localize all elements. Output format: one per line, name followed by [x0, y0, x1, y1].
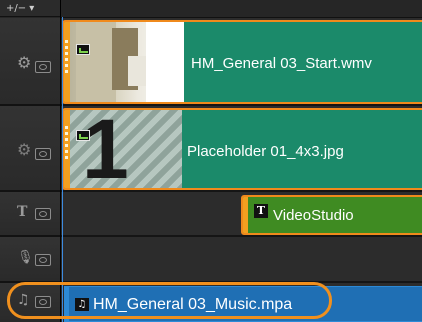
title-clip-trim-handle[interactable]: [243, 197, 248, 233]
video-clip-label: HM_General 03_Start.wmv: [191, 55, 372, 72]
overlay-track-visibility-icon[interactable]: [35, 148, 51, 160]
overlay-clip[interactable]: 1 Placeholder 01_4x3.jpg: [62, 108, 422, 190]
video-clip-thumbnail: [68, 22, 184, 102]
video-clip-type-icon: [76, 44, 90, 55]
video-clip-trim-handle[interactable]: [64, 22, 70, 102]
overlay-clip-label: Placeholder 01_4x3.jpg: [187, 143, 344, 160]
overlay-clip-thumbnail: 1: [68, 110, 182, 188]
title-clip-type-icon: T: [254, 204, 268, 218]
overlay-thumb-number: 1: [82, 110, 129, 188]
track-manager-button[interactable]: +/− ▾: [0, 0, 60, 17]
title-clip-label: VideoStudio: [273, 207, 354, 224]
overlay-clip-type-icon: [76, 130, 90, 141]
timeline-ruler-strip: [61, 0, 422, 18]
video-track-header[interactable]: ⚙: [0, 18, 60, 106]
track-header-column: +/− ▾ ⚙ ⚙ T 🎙 ♫: [0, 0, 61, 322]
voice-track-header[interactable]: 🎙: [0, 237, 60, 283]
microphone-icon: 🎙: [17, 250, 34, 265]
music-track-highlight: [7, 282, 332, 319]
title-track-visibility-icon[interactable]: [35, 208, 51, 220]
video-track-visibility-icon[interactable]: [35, 61, 51, 73]
title-clip[interactable]: T VideoStudio: [241, 195, 422, 235]
video-clip[interactable]: HM_General 03_Start.wmv: [62, 20, 422, 104]
timeline-playhead[interactable]: [62, 17, 63, 322]
overlay-clip-trim-handle[interactable]: [64, 110, 70, 188]
timeline-panel: +/− ▾ ⚙ ⚙ T 🎙 ♫ HM_General 03_Start.wmv …: [0, 0, 422, 322]
title-track-header[interactable]: T: [0, 192, 60, 237]
title-T-icon: T: [17, 204, 28, 220]
overlay-film-reel-icon: ⚙: [17, 140, 32, 159]
film-reel-icon: ⚙: [17, 53, 32, 72]
voice-track: [61, 237, 422, 283]
overlay-track-header[interactable]: ⚙: [0, 106, 60, 192]
voice-track-visibility-icon[interactable]: [35, 254, 51, 266]
